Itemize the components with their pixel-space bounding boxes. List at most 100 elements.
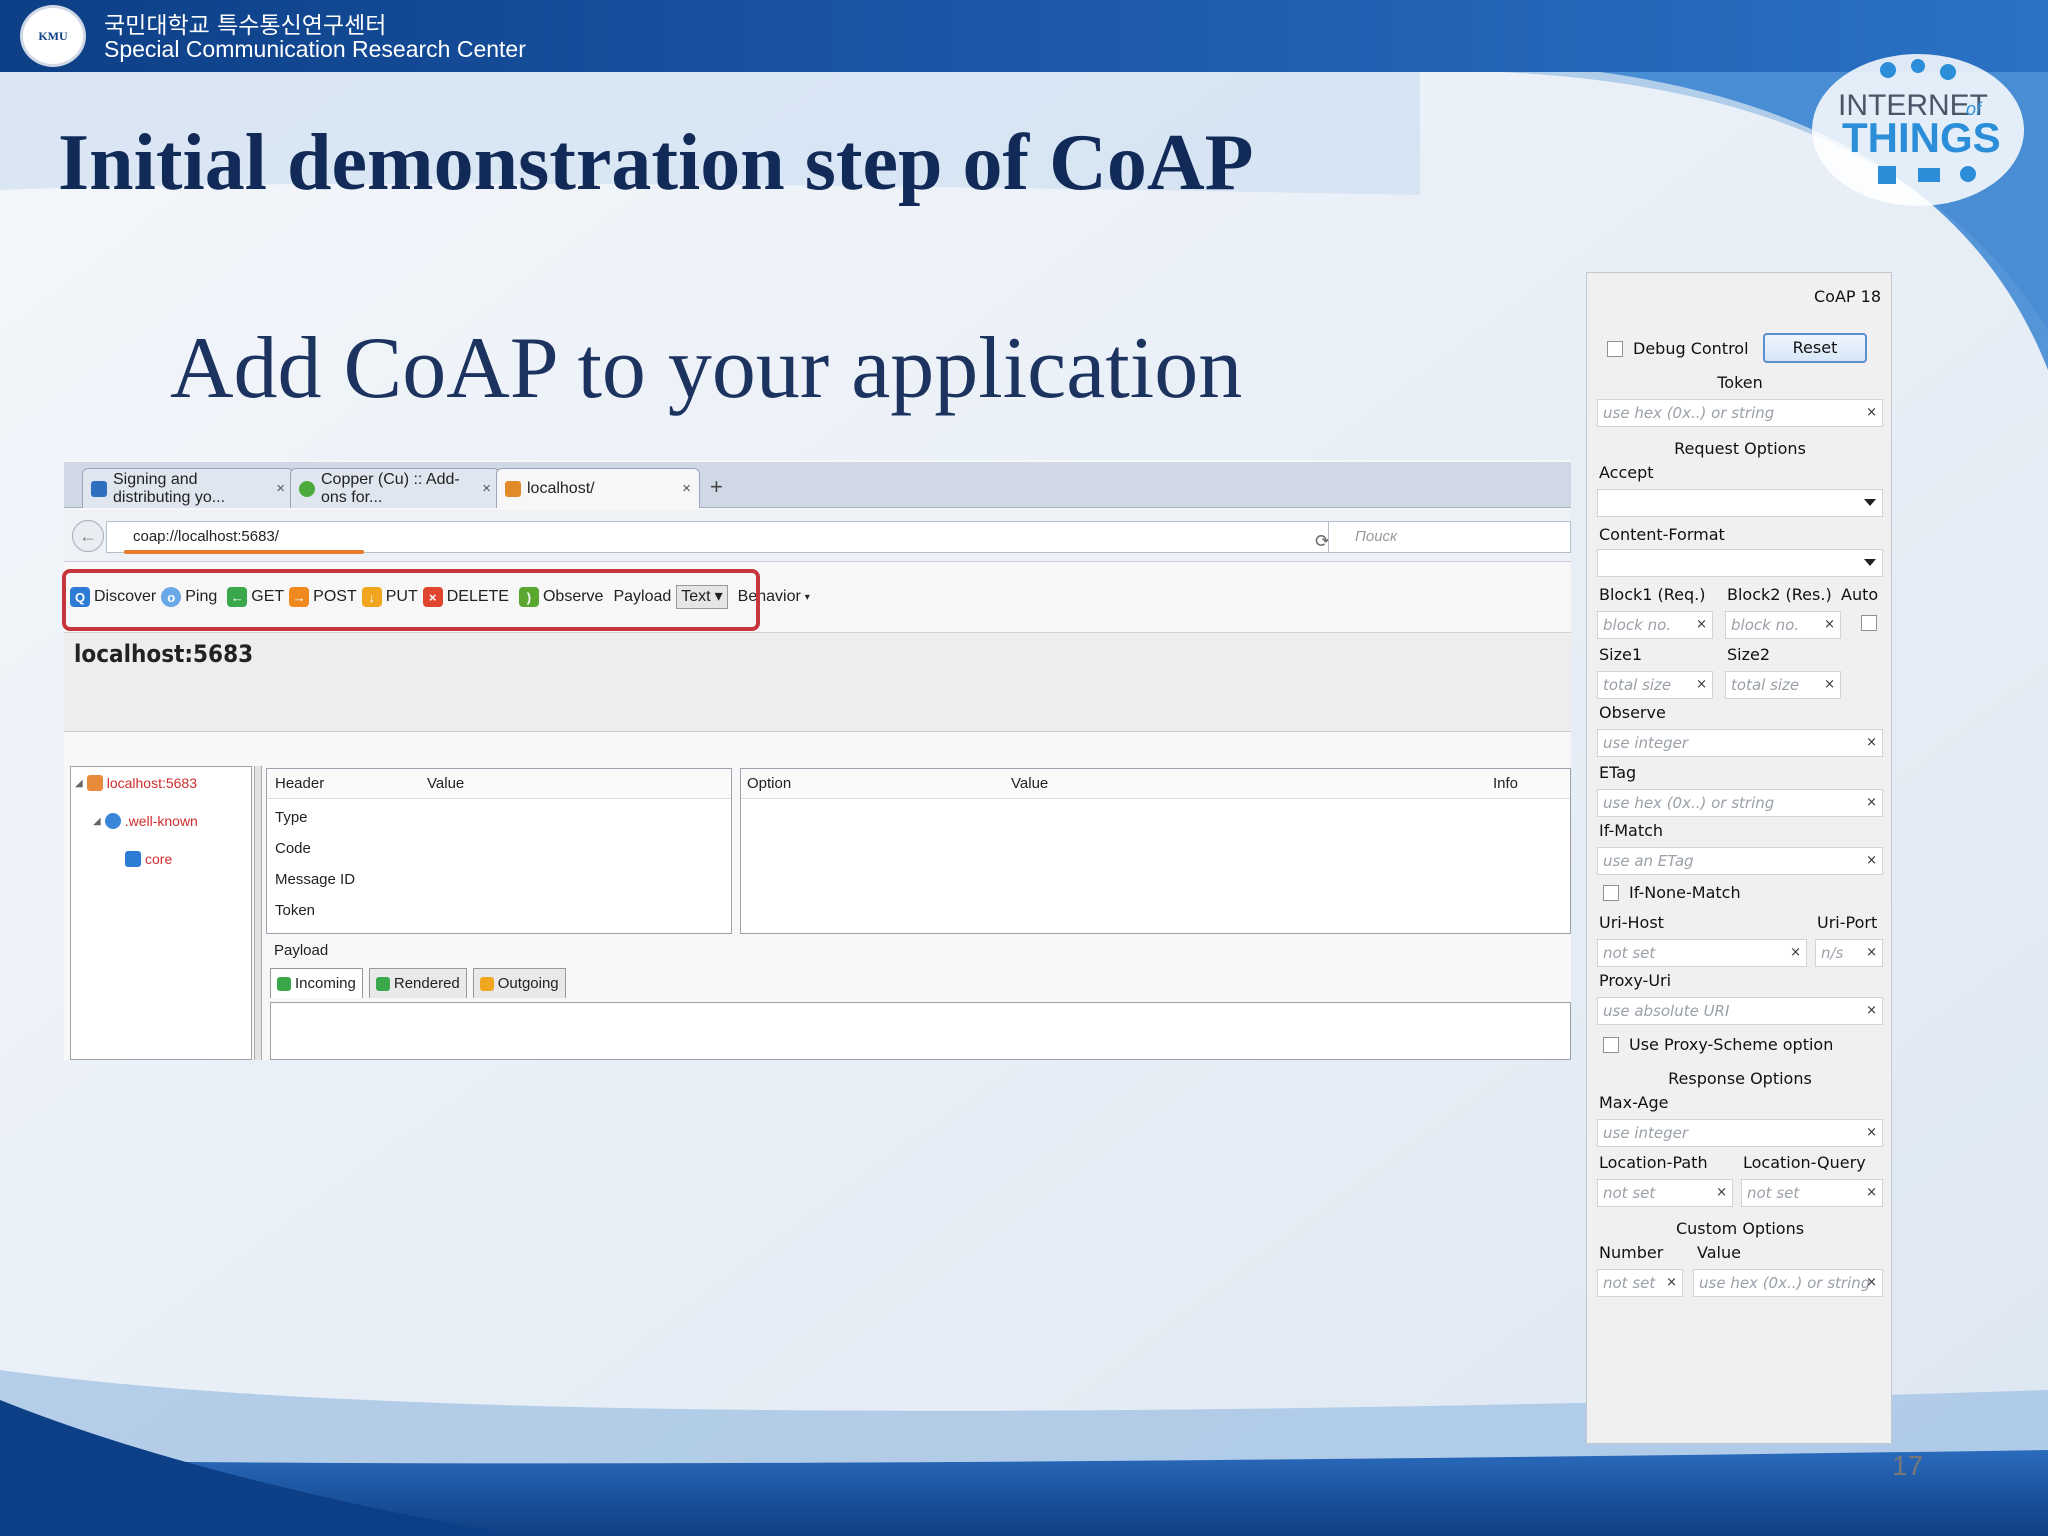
size2-input[interactable]: total size × xyxy=(1725,671,1841,699)
if-match-input[interactable]: use an ETag × xyxy=(1597,847,1883,875)
column-value[interactable]: Value xyxy=(427,775,464,792)
tree-item-root[interactable]: ◢ localhost:5683 xyxy=(75,775,197,791)
home-icon xyxy=(86,775,103,791)
table-row: Type xyxy=(275,809,308,826)
placeholder: use integer xyxy=(1603,1124,1689,1142)
block1-label: Block1 (Req.) xyxy=(1599,585,1706,604)
clear-icon[interactable]: × xyxy=(1824,672,1835,698)
tree-label: localhost:5683 xyxy=(106,775,197,791)
close-icon[interactable]: × xyxy=(482,480,491,497)
location-query-input[interactable]: not set × xyxy=(1741,1179,1883,1207)
clear-icon[interactable]: × xyxy=(1696,612,1707,638)
page-number: 17 xyxy=(1892,1450,1924,1481)
observe-input[interactable]: use integer × xyxy=(1597,729,1883,757)
block1-input[interactable]: block no. × xyxy=(1597,611,1713,639)
content-format-select[interactable] xyxy=(1597,549,1883,577)
url-input[interactable]: coap://localhost:5683/ ⟳ xyxy=(106,521,1356,553)
clear-icon[interactable]: × xyxy=(1866,730,1877,756)
size1-label: Size1 xyxy=(1599,645,1643,664)
token-input[interactable]: use hex (0x..) or string × xyxy=(1597,399,1883,427)
placeholder: use hex (0x..) or string xyxy=(1603,404,1775,422)
clear-icon[interactable]: × xyxy=(1866,400,1877,426)
block2-label: Block2 (Res.) xyxy=(1727,585,1832,604)
response-options-heading: Response Options xyxy=(1668,1069,1812,1088)
iot-logo-line2: THINGS xyxy=(1842,114,2001,161)
clear-icon[interactable]: × xyxy=(1866,940,1877,966)
close-icon[interactable]: × xyxy=(276,480,285,497)
payload-tabs: Incoming Rendered Outgoing xyxy=(270,968,566,998)
reset-button[interactable]: Reset xyxy=(1763,333,1867,363)
rendered-icon xyxy=(375,976,390,991)
clear-icon[interactable]: × xyxy=(1824,612,1835,638)
placeholder: not set xyxy=(1603,1274,1656,1292)
clear-icon[interactable]: × xyxy=(1866,848,1877,874)
proxy-uri-input[interactable]: use absolute URI × xyxy=(1597,997,1883,1025)
close-icon[interactable]: × xyxy=(682,480,691,497)
if-none-match-checkbox[interactable] xyxy=(1603,885,1619,901)
splitter[interactable] xyxy=(254,766,262,1060)
header-title-english: Special Communication Research Center xyxy=(104,36,526,62)
clear-icon[interactable]: × xyxy=(1696,672,1707,698)
clear-icon[interactable]: × xyxy=(1866,1270,1877,1296)
table-row: Message ID xyxy=(275,871,356,888)
accept-select[interactable] xyxy=(1597,489,1883,517)
back-arrow-icon[interactable]: ← xyxy=(72,520,104,552)
tab-label: Copper (Cu) :: Add-ons for... xyxy=(321,470,460,506)
uri-host-label: Uri-Host xyxy=(1599,913,1664,932)
uri-port-label: Uri-Port xyxy=(1817,913,1878,932)
chevron-down-icon: ▾ xyxy=(804,591,810,603)
clear-icon[interactable]: × xyxy=(1716,1180,1727,1206)
tab-incoming[interactable]: Incoming xyxy=(270,968,363,998)
auto-checkbox[interactable] xyxy=(1861,615,1877,631)
tab-outgoing[interactable]: Outgoing xyxy=(472,968,566,998)
internet-of-things-logo: INTERNET of THINGS xyxy=(1812,54,2024,206)
custom-options-heading: Custom Options xyxy=(1675,1219,1805,1238)
clear-icon[interactable]: × xyxy=(1866,1180,1877,1206)
clear-icon[interactable]: × xyxy=(1866,790,1877,816)
resource-tree: ◢ localhost:5683 ◢ .well-known core xyxy=(70,766,252,1060)
discover-icon xyxy=(104,813,121,829)
placeholder: n/s xyxy=(1821,944,1844,962)
clear-icon[interactable]: × xyxy=(1666,1270,1677,1296)
placeholder: total size xyxy=(1603,676,1672,694)
slide-subtitle: Add CoAP to your application xyxy=(170,320,1243,417)
location-path-input[interactable]: not set × xyxy=(1597,1179,1733,1207)
block2-input[interactable]: block no. × xyxy=(1725,611,1841,639)
clear-icon[interactable]: × xyxy=(1790,940,1801,966)
tab-localhost[interactable]: localhost/ × xyxy=(496,468,700,508)
custom-number-input[interactable]: not set × xyxy=(1597,1269,1683,1297)
column-info[interactable]: Info xyxy=(1493,775,1518,792)
proxy-scheme-checkbox[interactable] xyxy=(1603,1037,1619,1053)
size1-input[interactable]: total size × xyxy=(1597,671,1713,699)
payload-textarea[interactable] xyxy=(270,1002,1571,1060)
custom-value-input[interactable]: use hex (0x..) or string × xyxy=(1693,1269,1883,1297)
max-age-input[interactable]: use integer × xyxy=(1597,1119,1883,1147)
search-input[interactable]: Поиск xyxy=(1328,521,1571,553)
coap-options-panel: CoAP 18 Debug Control Reset Token use he… xyxy=(1586,272,1892,1444)
uri-port-input[interactable]: n/s × xyxy=(1815,939,1883,967)
new-tab-button[interactable]: + xyxy=(710,474,723,500)
placeholder: use hex (0x..) or string xyxy=(1699,1274,1871,1292)
etag-input[interactable]: use hex (0x..) or string × xyxy=(1597,789,1883,817)
auto-label: Auto xyxy=(1841,585,1879,604)
column-value[interactable]: Value xyxy=(1011,775,1048,792)
location-query-label: Location-Query xyxy=(1743,1153,1866,1172)
clear-icon[interactable]: × xyxy=(1866,1120,1877,1146)
tree-item-well-known[interactable]: ◢ .well-known xyxy=(93,813,198,829)
debug-control-checkbox[interactable] xyxy=(1607,341,1623,357)
tab-signing[interactable]: Signing and distributing yo... × xyxy=(82,468,294,508)
placeholder: total size xyxy=(1731,676,1800,694)
etag-label: ETag xyxy=(1599,763,1637,782)
university-logo: KMU xyxy=(20,5,86,67)
tab-rendered[interactable]: Rendered xyxy=(368,968,467,998)
highlight-frame xyxy=(62,569,760,631)
clear-icon[interactable]: × xyxy=(1866,998,1877,1024)
column-option[interactable]: Option xyxy=(747,775,791,792)
uri-host-input[interactable]: not set × xyxy=(1597,939,1807,967)
proxy-scheme-label: Use Proxy-Scheme option xyxy=(1629,1035,1834,1054)
tree-item-core[interactable]: core xyxy=(125,851,172,867)
placeholder: not set xyxy=(1603,944,1656,962)
placeholder: use an ETag xyxy=(1603,852,1694,870)
column-header[interactable]: Header xyxy=(275,775,324,792)
tab-copper[interactable]: Copper (Cu) :: Add-ons for... × xyxy=(290,468,500,508)
